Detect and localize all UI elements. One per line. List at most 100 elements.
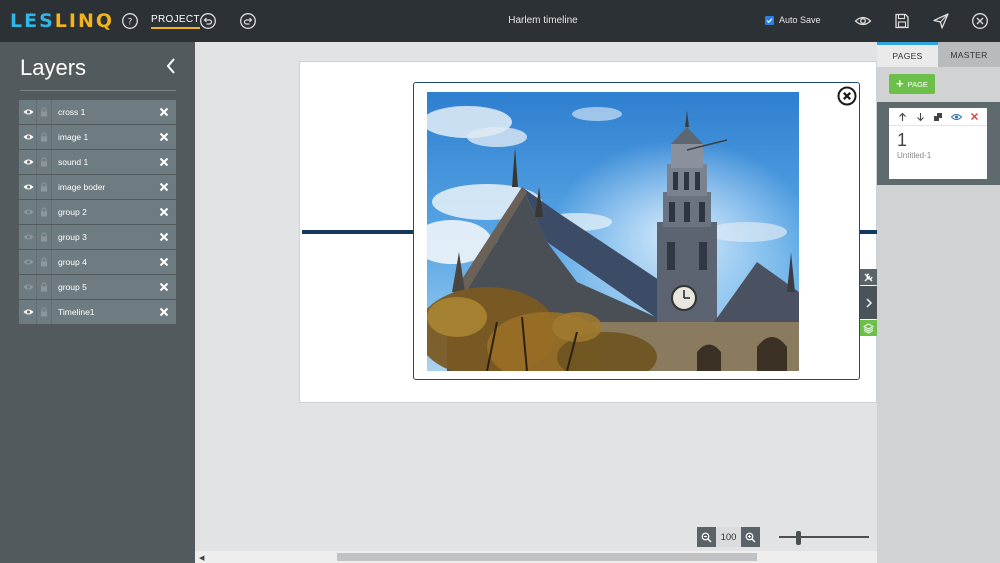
layer-lock-icon[interactable] [36, 125, 52, 149]
layer-visibility-eye-icon[interactable] [20, 100, 36, 124]
logo-text-linq: LINQ [54, 10, 115, 32]
autosave-checkbox[interactable] [765, 15, 774, 25]
page-name: Untitled-1 [897, 151, 932, 160]
layer-row[interactable]: group 3 [19, 225, 176, 249]
layer-visibility-eye-icon[interactable] [20, 200, 36, 224]
horizontal-scrollbar[interactable]: ◀ [195, 551, 877, 563]
layers-divider [20, 90, 176, 91]
layer-name: group 5 [58, 282, 87, 292]
tab-pages[interactable]: PAGES [877, 42, 938, 67]
layer-lock-icon[interactable] [36, 300, 52, 324]
leslinq-logo: LES LINQ [10, 9, 114, 33]
tab-master[interactable]: MASTER [938, 42, 1000, 67]
delete-layer-icon[interactable] [155, 225, 173, 249]
collapse-panel-chevron-left-icon[interactable] [163, 56, 179, 76]
plus-icon: + [896, 76, 904, 91]
publish-send-icon[interactable] [932, 12, 950, 30]
layer-row[interactable]: group 2 [19, 200, 176, 224]
add-page-button[interactable]: + PAGE [889, 74, 935, 94]
project-link[interactable]: PROJECT [151, 15, 200, 29]
cathedral-photo-illustration [427, 92, 799, 371]
autosave-toggle[interactable]: Auto Save [765, 15, 821, 25]
layer-name: image boder [58, 182, 106, 192]
delete-layer-icon[interactable] [155, 200, 173, 224]
zoom-slider[interactable] [779, 531, 869, 545]
layer-name: sound 1 [58, 157, 89, 167]
layer-name: Timeline1 [58, 307, 95, 317]
layer-lock-icon[interactable] [36, 150, 52, 174]
layer-lock-icon[interactable] [36, 250, 52, 274]
page-number: 1 [897, 130, 908, 150]
move-down-arrow-icon[interactable] [914, 111, 926, 123]
delete-layer-icon[interactable] [155, 100, 173, 124]
document-title: Harlem timeline [508, 15, 578, 26]
layer-row[interactable]: image boder [19, 175, 176, 199]
zoom-out-icon[interactable] [697, 527, 716, 547]
layer-visibility-eye-icon[interactable] [20, 175, 36, 199]
layer-lock-icon[interactable] [36, 275, 52, 299]
help-icon[interactable]: ? [121, 12, 139, 30]
layer-visibility-eye-icon[interactable] [20, 300, 36, 324]
layers-title: Layers [20, 55, 87, 80]
layer-name: group 4 [58, 257, 87, 267]
scrollbar-thumb[interactable] [337, 553, 757, 561]
zoom-in-icon[interactable] [741, 527, 760, 547]
layer-row[interactable]: sound 1 [19, 150, 176, 174]
layer-visibility-eye-icon[interactable] [20, 275, 36, 299]
cathedral-image[interactable] [427, 92, 799, 371]
delete-layer-icon[interactable] [155, 175, 173, 199]
delete-layer-icon[interactable] [155, 275, 173, 299]
move-up-arrow-icon[interactable] [896, 111, 908, 123]
expand-chevron-right-icon[interactable] [860, 286, 877, 319]
svg-text:?: ? [128, 18, 133, 28]
autosave-label: Auto Save [779, 15, 821, 25]
layer-lock-icon[interactable] [36, 200, 52, 224]
save-icon[interactable] [893, 12, 911, 30]
undo-icon[interactable] [199, 12, 217, 30]
delete-layer-icon[interactable] [155, 250, 173, 274]
logo-text-les: LES [10, 10, 55, 32]
layer-visibility-eye-icon[interactable] [20, 225, 36, 249]
layer-visibility-eye-icon[interactable] [20, 125, 36, 149]
page-card-toolbar [889, 108, 987, 126]
layer-row[interactable]: image 1 [19, 125, 176, 149]
preview-eye-icon[interactable] [854, 12, 872, 30]
add-page-label: PAGE [907, 79, 928, 89]
layer-visibility-eye-icon[interactable] [20, 150, 36, 174]
layer-lock-icon[interactable] [36, 175, 52, 199]
layer-name: group 3 [58, 232, 87, 242]
layer-row[interactable]: group 4 [19, 250, 176, 274]
layer-lock-icon[interactable] [36, 100, 52, 124]
zoom-control: 100 [697, 527, 760, 547]
delete-layer-icon[interactable] [155, 300, 173, 324]
pages-panel: PAGES MASTER + PAGE 1 Untitled-1 [877, 42, 1000, 563]
layer-row[interactable]: Timeline1 [19, 300, 176, 324]
image-popup[interactable] [413, 82, 860, 380]
layers-stack-icon[interactable] [860, 320, 877, 336]
canvas-area[interactable]: 100 [195, 42, 877, 551]
page-thumbnail[interactable]: 1 Untitled-1 [889, 108, 987, 179]
close-editor-icon[interactable] [971, 12, 989, 30]
page-visibility-eye-icon[interactable] [950, 111, 962, 123]
zoom-slider-thumb[interactable] [796, 531, 801, 545]
layer-name: cross 1 [58, 107, 86, 117]
redo-icon[interactable] [239, 12, 257, 30]
layer-row[interactable]: cross 1 [19, 100, 176, 124]
layer-visibility-eye-icon[interactable] [20, 250, 36, 274]
layers-panel: Layers cross 1 image 1 sound 1 image boder g… [0, 42, 195, 563]
top-toolbar: LES LINQ ? PROJECT Harlem timeline Auto S… [0, 0, 1000, 42]
delete-layer-icon[interactable] [155, 125, 173, 149]
layer-lock-icon[interactable] [36, 225, 52, 249]
zoom-value: 100 [716, 527, 741, 547]
scroll-left-arrow-icon[interactable]: ◀ [199, 554, 204, 562]
duplicate-page-icon[interactable] [932, 111, 944, 123]
delete-page-icon[interactable] [968, 111, 980, 123]
layer-name: group 2 [58, 207, 87, 217]
popup-close-icon[interactable] [837, 86, 857, 106]
layer-row[interactable]: group 5 [19, 275, 176, 299]
tools-wrench-icon[interactable] [860, 269, 877, 285]
delete-layer-icon[interactable] [155, 150, 173, 174]
layer-name: image 1 [58, 132, 89, 142]
side-toolbox [860, 269, 877, 336]
zoom-slider-track[interactable] [779, 536, 869, 538]
